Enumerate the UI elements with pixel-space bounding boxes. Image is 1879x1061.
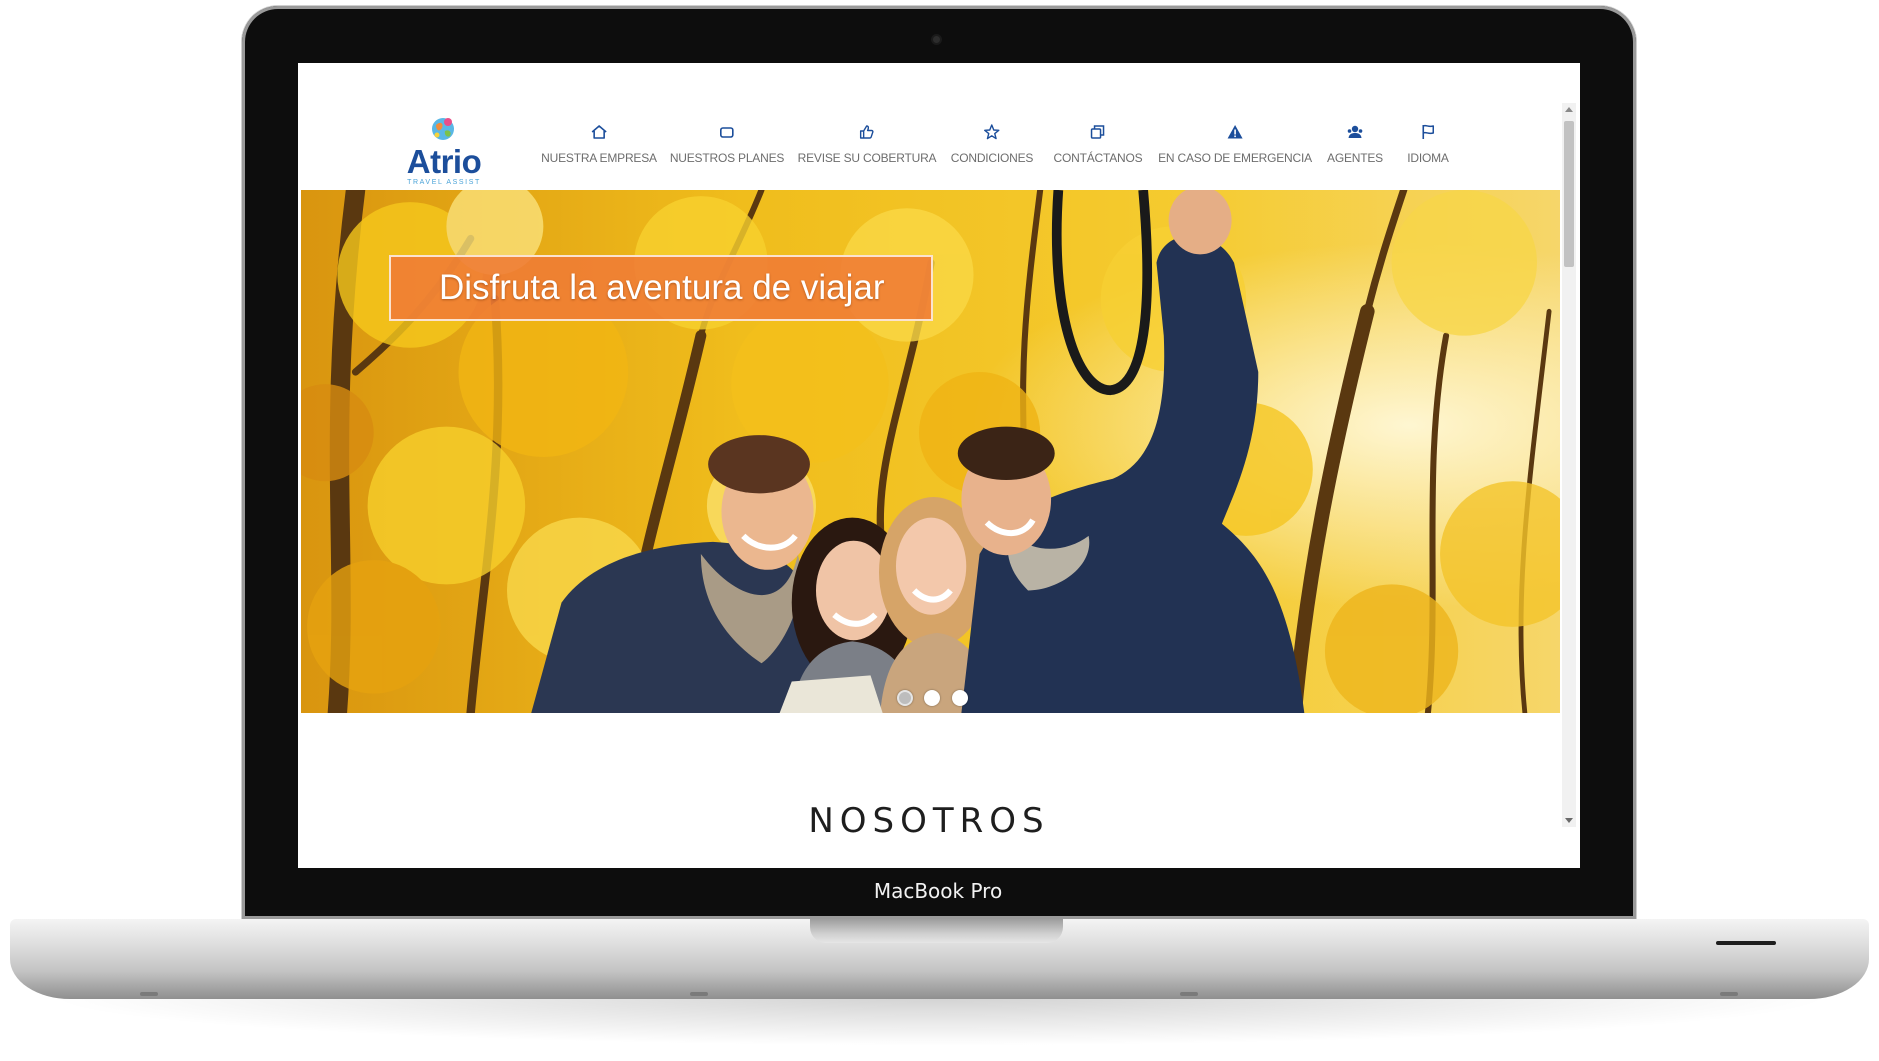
nav-label: EN CASO DE EMERGENCIA bbox=[1158, 151, 1312, 165]
nav-label: NUESTROS PLANES bbox=[669, 151, 785, 165]
nav-label: REVISE SU COBERTURA bbox=[797, 151, 937, 165]
globe-logo-icon bbox=[432, 118, 454, 140]
nav-label: CONDICIONES bbox=[950, 151, 1034, 165]
hero-caption: Disfruta la aventura de viajar bbox=[439, 268, 885, 307]
nav-item-idioma[interactable]: IDIOMA bbox=[1407, 123, 1449, 165]
site-logo[interactable]: Atrio TRAVEL ASSIST bbox=[400, 113, 488, 187]
laptop-foot bbox=[1180, 992, 1198, 996]
nav-label: IDIOMA bbox=[1407, 151, 1449, 165]
user-group-icon bbox=[1347, 125, 1363, 138]
carousel-dot[interactable] bbox=[897, 690, 913, 706]
nav-item-revise-su-cobertura[interactable]: REVISE SU COBERTURA bbox=[798, 123, 937, 165]
thumbs-up-icon bbox=[860, 125, 874, 139]
square-icon bbox=[720, 127, 734, 138]
nav-item-nuestra-empresa[interactable]: NUESTRA EMPRESA bbox=[541, 123, 657, 165]
star-icon bbox=[984, 124, 1000, 140]
laptop-slot bbox=[1716, 941, 1776, 945]
warning-icon bbox=[1227, 125, 1243, 139]
laptop-notch bbox=[810, 919, 1063, 943]
nav-item-en-caso-de-emergencia[interactable]: EN CASO DE EMERGENCIA bbox=[1158, 123, 1312, 165]
scroll-thumb[interactable] bbox=[1564, 121, 1574, 267]
copy-icon bbox=[1091, 125, 1105, 139]
nav-label: NUESTRA EMPRESA bbox=[541, 151, 657, 165]
browser-viewport: Atrio TRAVEL ASSIST NUESTRA EMPRESA NUES… bbox=[298, 63, 1580, 868]
camera-icon bbox=[933, 36, 940, 43]
carousel-dot[interactable] bbox=[952, 690, 968, 706]
scroll-up-arrow-icon[interactable] bbox=[1565, 107, 1573, 112]
flag-icon bbox=[1422, 124, 1434, 139]
laptop-foot bbox=[1720, 992, 1738, 996]
laptop-foot bbox=[140, 992, 158, 996]
nav-label: CONTÁCTANOS bbox=[1053, 151, 1143, 165]
nav-item-condiciones[interactable]: CONDICIONES bbox=[951, 123, 1033, 165]
nav-item-agentes[interactable]: AGENTES bbox=[1327, 123, 1383, 165]
carousel-dot[interactable] bbox=[924, 690, 940, 706]
logo-name: Atrio bbox=[406, 143, 482, 180]
vertical-scrollbar[interactable] bbox=[1562, 103, 1576, 827]
device-label: MacBook Pro bbox=[873, 879, 1003, 903]
section-title: NOSOTROS bbox=[808, 801, 1050, 842]
logo-tagline: TRAVEL ASSIST bbox=[407, 179, 481, 186]
laptop-foot bbox=[690, 992, 708, 996]
hero-caption-banner: Disfruta la aventura de viajar bbox=[389, 255, 933, 321]
home-icon bbox=[591, 125, 607, 139]
scroll-down-arrow-icon[interactable] bbox=[1565, 818, 1573, 823]
nav-item-contactanos[interactable]: CONTÁCTANOS bbox=[1054, 123, 1143, 165]
hero-carousel[interactable]: Disfruta la aventura de viajar bbox=[301, 190, 1560, 713]
nav-item-nuestros-planes[interactable]: NUESTROS PLANES bbox=[670, 123, 784, 165]
nav-label: AGENTES bbox=[1327, 151, 1383, 165]
laptop-shadow bbox=[40, 996, 1840, 1046]
